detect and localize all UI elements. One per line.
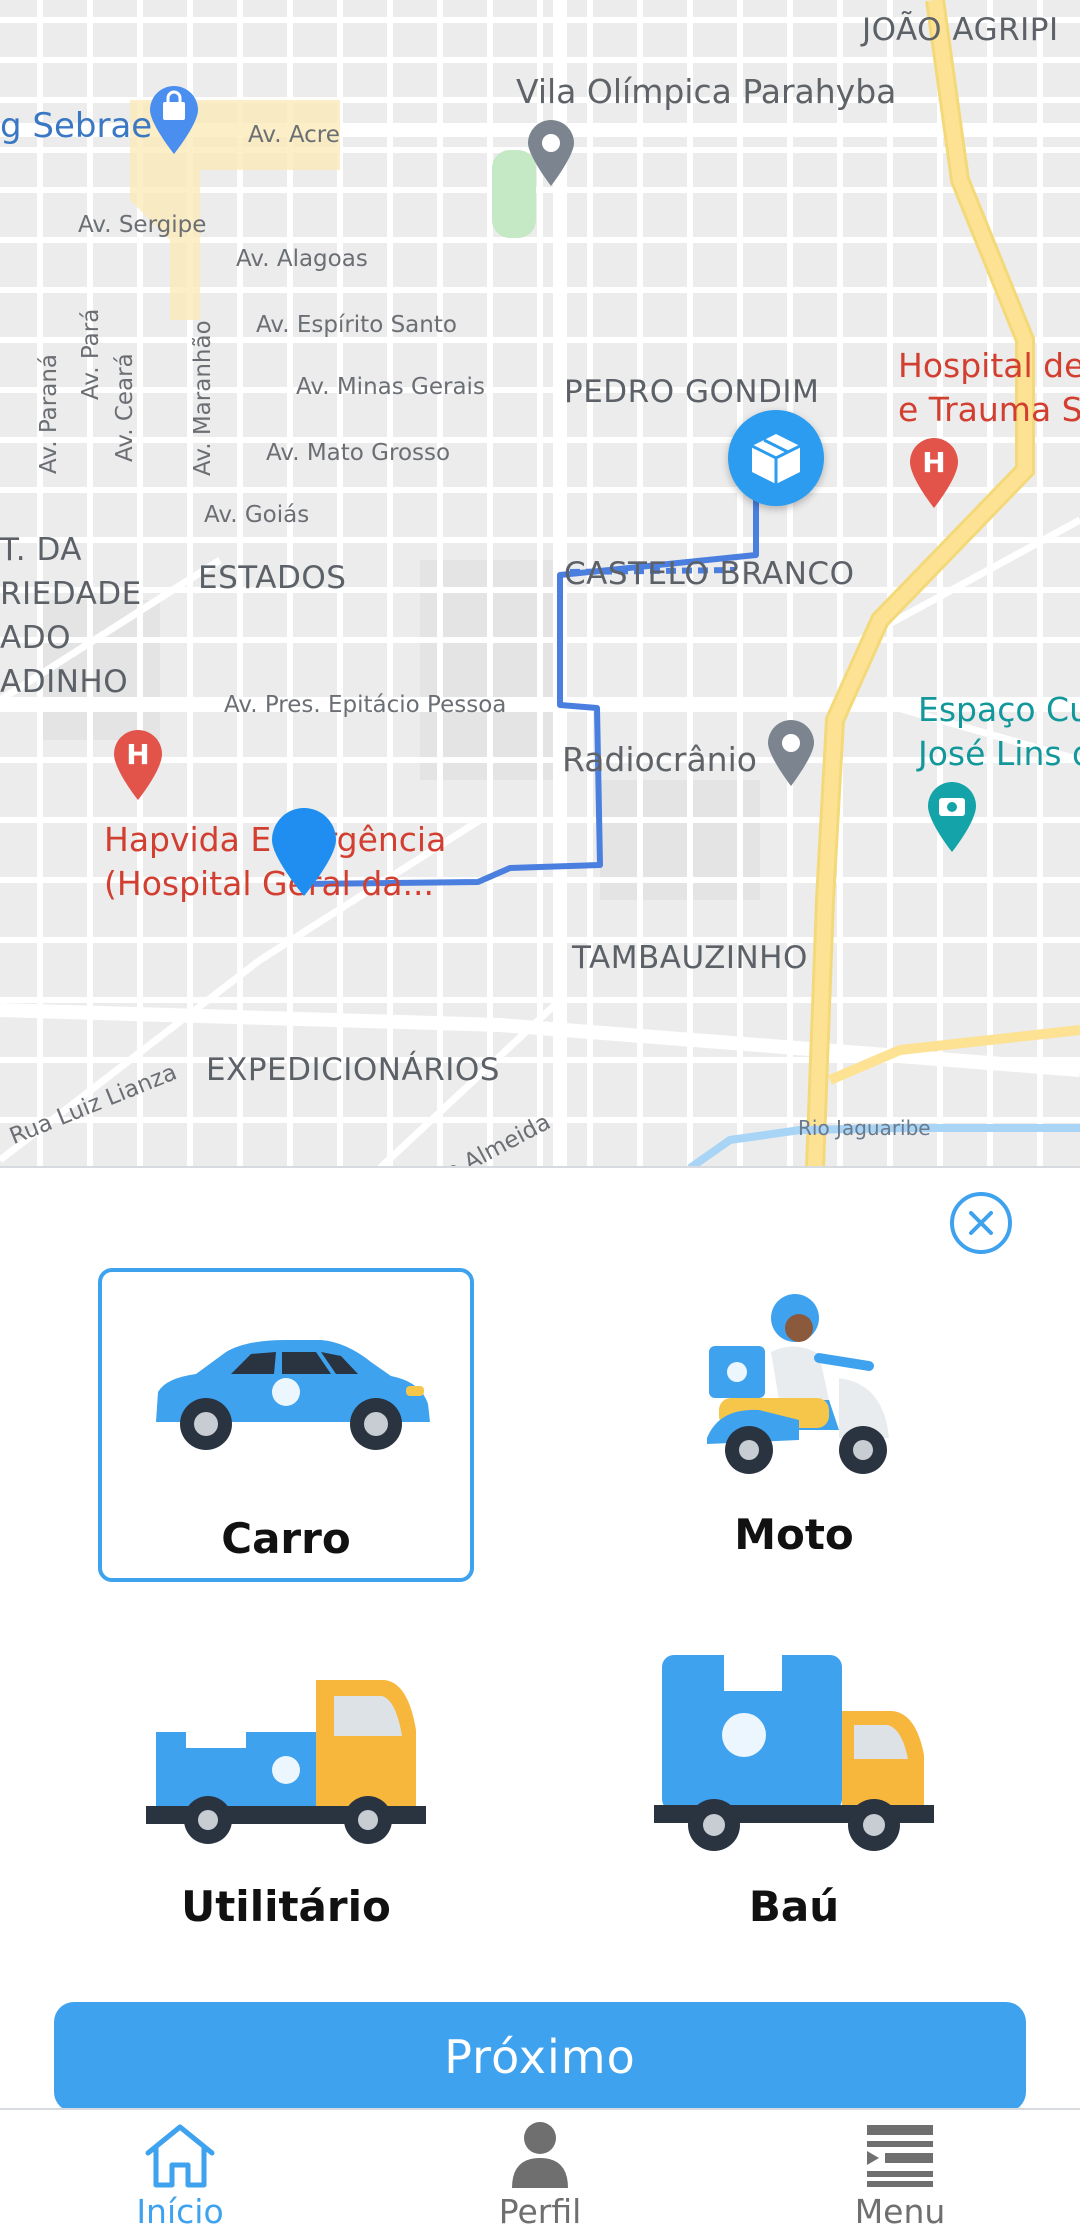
river-label: Rio Jaguaribe bbox=[798, 1116, 931, 1140]
street-label: Av. Mato Grosso bbox=[266, 440, 451, 466]
street-label: Av. Pres. Epitácio Pessoa bbox=[224, 692, 507, 718]
vehicle-option-utilitario[interactable]: Utilitário bbox=[98, 1640, 474, 1954]
package-marker-icon[interactable] bbox=[728, 410, 824, 506]
vehicle-label: Carro bbox=[221, 1514, 351, 1563]
poi-label[interactable]: Radiocrânio bbox=[562, 740, 757, 779]
street-label: Av. Paraná bbox=[36, 354, 62, 474]
svg-text:H: H bbox=[126, 738, 149, 771]
neighborhood-label: EXPEDICIONÁRIOS bbox=[206, 1052, 500, 1088]
street-label: Av. Goiás bbox=[204, 502, 310, 528]
car-icon bbox=[156, 1340, 430, 1450]
neighborhood-label: PEDRO GONDIM bbox=[564, 374, 820, 410]
vehicle-label: Utilitário bbox=[181, 1882, 391, 1931]
neighborhood-label: ADO bbox=[0, 620, 71, 656]
poi-label[interactable]: Espaço Cu bbox=[918, 688, 1080, 731]
neighborhood-label: RIEDADE bbox=[0, 576, 142, 612]
nav-label: Perfil bbox=[498, 2192, 582, 2231]
poi-label[interactable]: g Sebrae bbox=[0, 106, 152, 146]
street-label: Av. Maranhão bbox=[190, 320, 216, 476]
motorcycle-icon bbox=[707, 1294, 889, 1474]
close-icon bbox=[969, 1211, 993, 1235]
neighborhood-label: TAMBAUZINHO bbox=[572, 940, 808, 976]
hospital-pin-icon[interactable]: H bbox=[112, 728, 164, 802]
camera-pin-icon[interactable] bbox=[926, 780, 978, 854]
street-label: Av. Pará bbox=[78, 308, 104, 400]
bottom-navigation: Início Perfil Menu bbox=[0, 2108, 1080, 2235]
neighborhood-label: CASTELO BRANCO bbox=[564, 556, 855, 592]
poi-label[interactable]: (Hospital Geral da... bbox=[104, 862, 434, 905]
map-pin-icon[interactable] bbox=[766, 718, 816, 788]
nav-item-menu[interactable]: Menu bbox=[800, 2120, 1000, 2232]
vehicle-option-moto[interactable]: Moto bbox=[606, 1268, 982, 1582]
destination-pin-icon[interactable] bbox=[270, 806, 338, 898]
nav-item-perfil[interactable]: Perfil bbox=[440, 2120, 640, 2232]
vehicle-label: Moto bbox=[734, 1510, 854, 1559]
svg-text:H: H bbox=[922, 446, 945, 479]
nav-item-inicio[interactable]: Início bbox=[80, 2120, 280, 2232]
box-truck-icon bbox=[654, 1655, 934, 1851]
street-label: Av. Ceará bbox=[112, 353, 138, 462]
street-label: Av. Alagoas bbox=[236, 246, 368, 272]
vehicle-option-bau[interactable]: Baú bbox=[606, 1640, 982, 1954]
next-button[interactable]: Próximo bbox=[54, 2002, 1026, 2112]
street-label: Av. Espírito Santo bbox=[256, 312, 457, 338]
vehicle-label: Baú bbox=[748, 1882, 840, 1931]
vehicle-selection-sheet: Carro Moto Utilitário Baú Próximo bbox=[0, 1166, 1080, 2112]
street-label: Av. Acre bbox=[248, 122, 340, 148]
menu-icon bbox=[867, 2125, 933, 2187]
close-button[interactable] bbox=[950, 1192, 1012, 1254]
poi-label[interactable]: Vila Olímpica Parahyba bbox=[516, 72, 896, 111]
home-icon bbox=[145, 2124, 215, 2188]
neighborhood-label: T. DA bbox=[0, 532, 82, 568]
hospital-pin-icon[interactable]: H bbox=[908, 436, 960, 510]
poi-label[interactable]: José Lins d bbox=[918, 732, 1080, 775]
nav-label: Menu bbox=[854, 2192, 946, 2231]
poi-label[interactable]: e Trauma S bbox=[898, 388, 1080, 431]
vehicle-option-carro[interactable]: Carro bbox=[98, 1268, 474, 1582]
shopping-bag-pin-icon[interactable] bbox=[148, 84, 200, 156]
neighborhood-label: JOÃO AGRIPI bbox=[862, 12, 1059, 48]
neighborhood-label: ESTADOS bbox=[198, 560, 347, 596]
user-icon bbox=[512, 2122, 568, 2188]
package-icon bbox=[751, 434, 801, 484]
poi-label[interactable]: Hospital de bbox=[898, 344, 1080, 387]
pickup-truck-icon bbox=[146, 1680, 426, 1844]
street-label: Av. Sergipe bbox=[78, 212, 207, 238]
map-view[interactable]: JOÃO AGRIPI PEDRO GONDIM CASTELO BRANCO … bbox=[0, 0, 1080, 1168]
map-pin-icon[interactable] bbox=[526, 118, 576, 188]
street-label: Av. Minas Gerais bbox=[296, 374, 485, 400]
nav-label: Início bbox=[136, 2192, 224, 2231]
neighborhood-label: ADINHO bbox=[0, 664, 129, 700]
